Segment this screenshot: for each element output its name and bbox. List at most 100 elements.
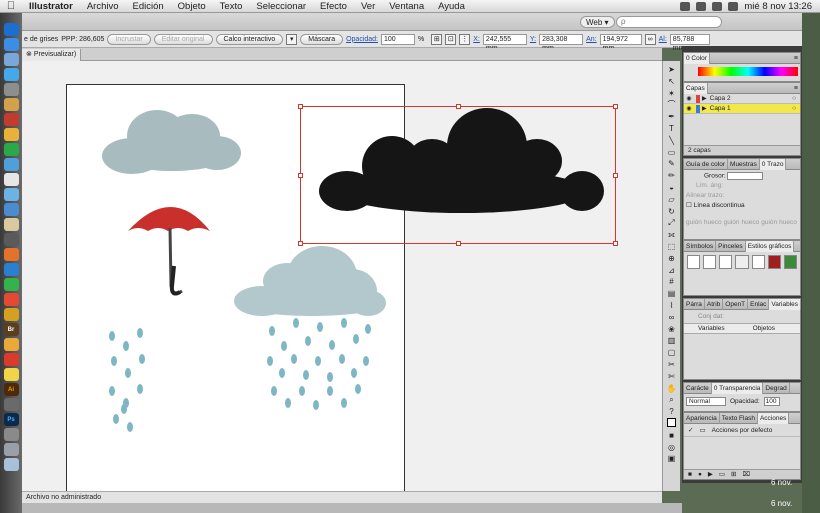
app-icon[interactable]	[3, 218, 19, 231]
clock[interactable]: mié 8 nov 13:26	[744, 1, 812, 12]
stop-icon[interactable]: ■	[688, 470, 692, 479]
app-icon[interactable]	[3, 233, 19, 246]
resize-handle[interactable]	[456, 241, 461, 246]
layer-row[interactable]: ◉ ▶ Capa 1 ○	[684, 104, 800, 114]
file-status[interactable]: Archivo no administrado	[26, 494, 101, 501]
layer-row[interactable]: ◉ ▶ Capa 2 ○	[684, 94, 800, 104]
tab-actions[interactable]: Acciones	[757, 412, 790, 424]
expand-icon[interactable]: ▶	[702, 94, 707, 104]
edit-original-button[interactable]: Editar original	[153, 33, 213, 45]
artboard-tool-icon[interactable]: ▢	[665, 347, 679, 359]
resize-handle[interactable]	[613, 104, 618, 109]
resize-handle[interactable]	[298, 173, 303, 178]
rain-drops-left[interactable]	[109, 328, 145, 432]
safari-icon[interactable]	[3, 38, 19, 51]
trace-options-icon[interactable]: ▾	[286, 33, 298, 45]
layer-name[interactable]: Capa 1	[710, 104, 731, 114]
tab-color-guide[interactable]: Guía de color	[684, 158, 729, 170]
app-icon[interactable]	[3, 263, 19, 276]
canvas[interactable]	[22, 61, 662, 491]
eye-icon[interactable]: ◉	[684, 104, 694, 114]
line-tool-icon[interactable]: ╲	[665, 135, 679, 147]
menu-archivo[interactable]: Archivo	[80, 1, 126, 12]
document-tab[interactable]: ⊗ Previsualizar)	[22, 49, 82, 61]
expand-icon[interactable]: ▶	[702, 104, 707, 114]
style-swatch[interactable]	[719, 255, 733, 269]
menu-ayuda[interactable]: Ayuda	[431, 1, 472, 12]
record-icon[interactable]: ●	[698, 470, 702, 479]
x-label[interactable]: X:	[473, 36, 480, 43]
menu-texto[interactable]: Texto	[213, 1, 250, 12]
blob-brush-icon[interactable]: ◒	[665, 182, 679, 194]
tab-brushes[interactable]: Pinceles	[716, 240, 746, 252]
tab-graphic-styles[interactable]: Estilos gráficos	[745, 240, 795, 252]
search-input[interactable]: ρ	[616, 16, 722, 28]
tab-transparency[interactable]: 0 Transparencia	[711, 382, 764, 394]
scale-icon[interactable]: ⤢	[665, 217, 679, 229]
opacity-field[interactable]: 100	[763, 397, 780, 406]
trash-icon[interactable]: ⌧	[742, 470, 750, 479]
workspace-menu[interactable]: Web ▾	[580, 16, 615, 28]
app-icon[interactable]	[3, 428, 19, 441]
type-tool-icon[interactable]: T	[665, 123, 679, 135]
slice-icon[interactable]: ✂	[665, 359, 679, 371]
tab-attributes[interactable]: Atrib	[705, 298, 724, 310]
align-icon[interactable]: ⊞	[431, 33, 443, 45]
resize-handle[interactable]	[298, 104, 303, 109]
lasso-icon[interactable]: ⌒	[665, 99, 679, 111]
tab-symbols[interactable]: Símbolos	[684, 240, 717, 252]
weight-field[interactable]	[727, 172, 764, 180]
trash-icon[interactable]	[3, 458, 19, 471]
target-icon[interactable]: ○	[792, 94, 800, 104]
resize-handle[interactable]	[613, 241, 618, 246]
menu-objeto[interactable]: Objeto	[171, 1, 213, 12]
app-icon[interactable]	[3, 113, 19, 126]
volume-icon[interactable]	[712, 1, 723, 11]
tab-opentype[interactable]: OpenT	[723, 298, 749, 310]
tab-gradient[interactable]: Degrad	[763, 382, 790, 394]
eraser-icon[interactable]: ▱	[665, 194, 679, 206]
new-action-icon[interactable]: ⊞	[731, 470, 736, 479]
blend-mode-select[interactable]: Normal	[686, 397, 726, 406]
resize-handle[interactable]	[613, 173, 618, 178]
check-icon[interactable]: ✓	[688, 426, 693, 434]
tab-links[interactable]: Enlac	[748, 298, 770, 310]
menu-efecto[interactable]: Efecto	[313, 1, 354, 12]
app-icon[interactable]	[3, 293, 19, 306]
y-label[interactable]: Y:	[530, 36, 536, 43]
red-umbrella[interactable]	[128, 207, 210, 296]
bluetooth-icon[interactable]	[680, 1, 691, 11]
x-field[interactable]: 242,555 mm	[482, 33, 527, 52]
app-icon[interactable]	[3, 98, 19, 111]
hand-icon[interactable]: ✋	[665, 383, 679, 395]
drawing-mode-icon[interactable]: ◎	[665, 442, 679, 454]
battery-icon[interactable]	[728, 1, 739, 11]
color-mode-icon[interactable]: ■	[665, 430, 679, 442]
embed-button[interactable]: Incrustar	[107, 33, 151, 45]
style-swatch[interactable]	[783, 255, 797, 269]
app-icon[interactable]	[3, 308, 19, 321]
tab-appearance[interactable]: Apariencia	[684, 412, 720, 424]
tab-flash-text[interactable]: Texto Flash	[720, 412, 758, 424]
style-swatch[interactable]	[687, 255, 701, 269]
mesh-icon[interactable]: #	[665, 276, 679, 288]
layer-name[interactable]: Capa 2	[710, 94, 731, 104]
spotify-icon[interactable]	[3, 143, 19, 156]
style-swatch[interactable]	[703, 255, 717, 269]
symbol-sprayer-icon[interactable]: ❀	[665, 324, 679, 336]
fill-stroke-icon[interactable]	[665, 417, 679, 430]
tab-color[interactable]: 0 Color	[684, 52, 710, 64]
width-label[interactable]: An:	[586, 36, 597, 43]
height-field[interactable]: 85,788 mm	[669, 33, 710, 52]
opacity-label[interactable]: Opacidad:	[346, 36, 378, 43]
paintbrush-icon[interactable]: ✎	[665, 158, 679, 170]
resize-handle[interactable]	[298, 241, 303, 246]
width-tool-icon[interactable]: ⟗	[665, 229, 679, 241]
shape-builder-icon[interactable]: ⊕	[665, 253, 679, 265]
mask-button[interactable]: Máscara	[300, 33, 344, 45]
tab-layers[interactable]: Capas	[684, 82, 708, 94]
app-icon[interactable]	[3, 158, 19, 171]
tab-swatches[interactable]: Muestras	[728, 158, 760, 170]
play-icon[interactable]: ▶	[708, 470, 713, 479]
new-set-icon[interactable]: ▭	[719, 470, 725, 479]
